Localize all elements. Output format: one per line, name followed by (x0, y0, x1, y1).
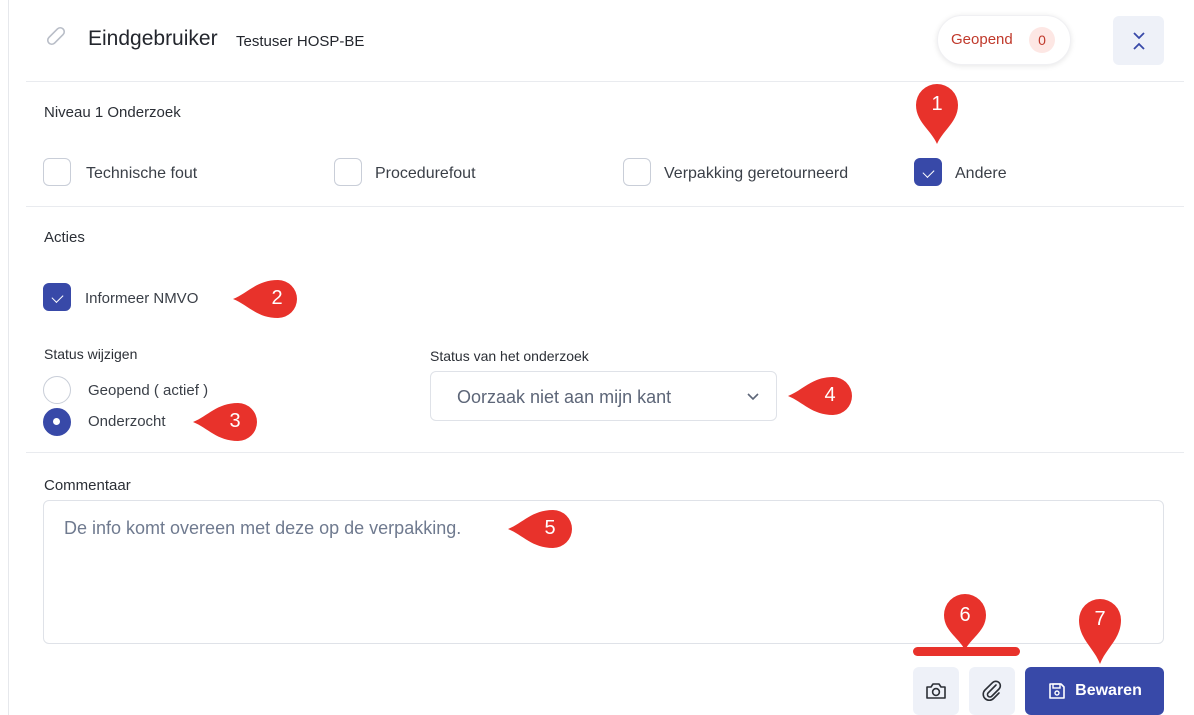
user-subtitle: Testuser HOSP-BE (236, 33, 365, 50)
attach-button[interactable] (969, 667, 1015, 715)
checkbox-label: Verpakking geretourneerd (664, 165, 849, 182)
checkbox-verpakking-geretourneerd[interactable] (623, 158, 651, 186)
checkbox-informeer-nmvo[interactable] (43, 283, 71, 311)
divider (26, 452, 1184, 453)
radio-onderzocht[interactable] (43, 408, 71, 436)
checkbox-label: Andere (955, 165, 1007, 182)
link-icon (46, 26, 66, 46)
status-badge-label: Geopend (951, 31, 1013, 48)
checkbox-label: Informeer NMVO (85, 290, 199, 307)
checkbox-label: Technische fout (86, 165, 198, 182)
collapse-chevrons-icon (1132, 31, 1145, 50)
callout-number: 7 (1094, 608, 1106, 630)
callout-highlight-bar (913, 647, 1020, 656)
checkbox-andere[interactable] (914, 158, 942, 186)
callout-number: 6 (959, 604, 971, 626)
page-title: Eindgebruiker (88, 27, 218, 50)
comment-text: De info komt overeen met deze op de verp… (64, 518, 462, 538)
radio-geopend[interactable] (43, 376, 71, 404)
save-button[interactable]: Bewaren (1025, 667, 1164, 715)
paperclip-icon (982, 680, 1002, 701)
save-icon (1049, 683, 1065, 699)
save-button-label: Bewaren (1075, 682, 1142, 699)
acties-section-label: Acties (44, 229, 85, 246)
chevron-down-icon (747, 393, 759, 401)
select-value: Oorzaak niet aan mijn kant (457, 387, 672, 407)
status-badge[interactable]: Geopend 0 (937, 15, 1071, 65)
camera-icon (926, 683, 946, 699)
status-badge-count: 0 (1029, 27, 1055, 53)
left-border (8, 0, 9, 715)
niveau-section-label: Niveau 1 Onderzoek (44, 104, 181, 121)
callout-number: 3 (229, 410, 241, 432)
divider (26, 81, 1184, 82)
investigation-status-select[interactable]: Oorzaak niet aan mijn kant (430, 371, 777, 421)
checkbox-label: Procedurefout (375, 165, 476, 182)
callout-number: 2 (271, 287, 283, 309)
checkbox-technische-fout[interactable] (43, 158, 71, 186)
comment-label: Commentaar (44, 477, 131, 494)
collapse-button[interactable] (1113, 16, 1164, 65)
comment-textarea[interactable]: De info komt overeen met deze op de verp… (43, 500, 1164, 644)
callout-number: 5 (544, 517, 556, 539)
camera-button[interactable] (913, 667, 959, 715)
investigation-status-label: Status van het onderzoek (430, 348, 589, 364)
checkbox-procedurefout[interactable] (334, 158, 362, 186)
radio-label: Onderzocht (88, 413, 166, 430)
status-change-label: Status wijzigen (44, 346, 138, 362)
callout-number: 4 (824, 384, 836, 406)
radio-label: Geopend ( actief ) (88, 382, 209, 399)
callout-number: 1 (931, 93, 943, 115)
divider (26, 206, 1184, 207)
